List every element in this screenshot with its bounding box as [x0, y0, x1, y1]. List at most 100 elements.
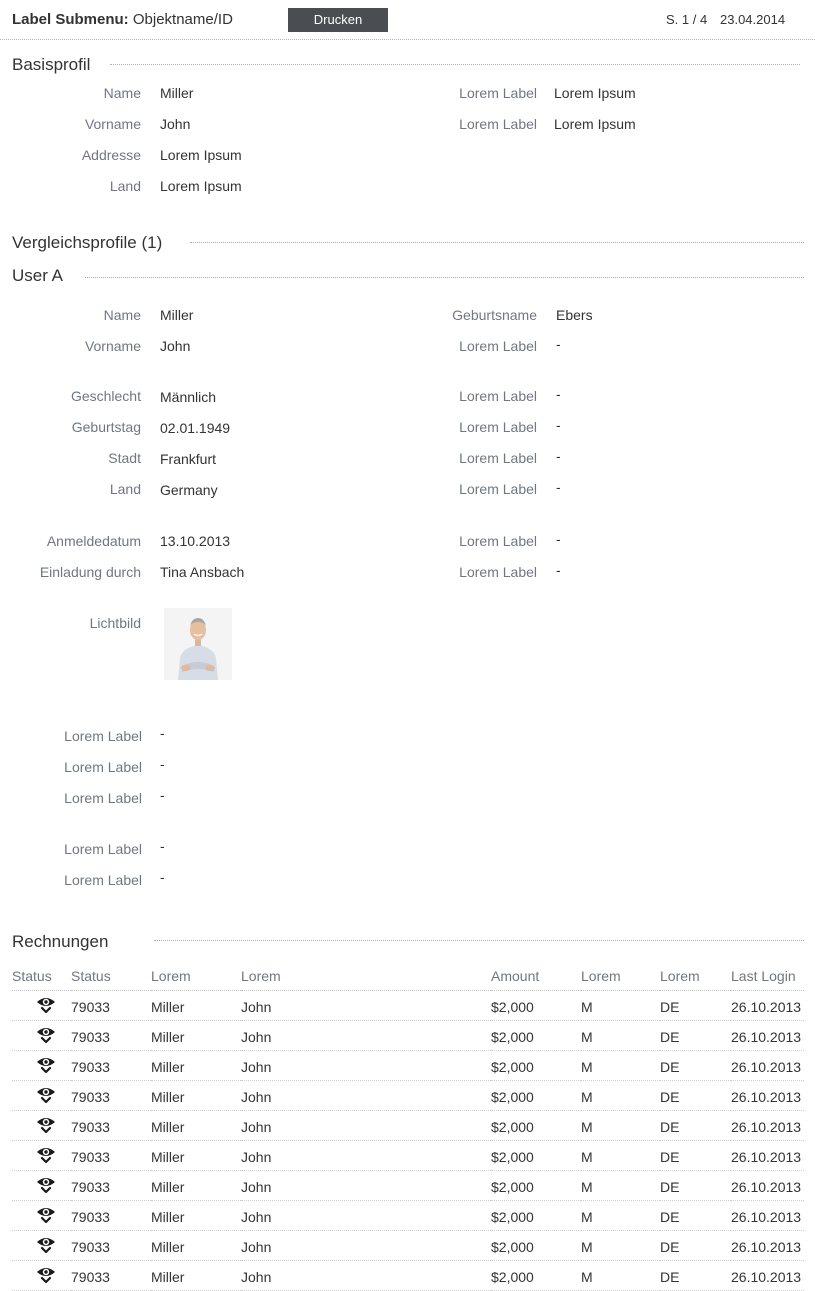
table-row[interactable]: 79033 Miller John $2,000 M DE 26.10.2013	[12, 1080, 804, 1111]
table-row[interactable]: 79033 Miller John $2,000 M DE 26.10.2013	[12, 1110, 804, 1141]
cell-last-login: 26.10.2013	[731, 1020, 804, 1051]
field-value: 13.10.2013	[160, 533, 231, 549]
cell-id: 79033	[71, 1050, 151, 1081]
field-label: Lorem Label	[459, 338, 537, 354]
field-label: Lorem Label	[64, 759, 142, 775]
column-header-lorem-1[interactable]: Lorem	[151, 963, 241, 991]
field-label: Lorem Label	[459, 419, 537, 435]
cell-lastname: Miller	[151, 1080, 241, 1111]
cell-id: 79033	[71, 1230, 151, 1261]
cell-id: 79033	[71, 1110, 151, 1141]
person-photo-illustration	[164, 608, 232, 680]
cell-lastname: Miller	[151, 990, 241, 1021]
column-header-amount[interactable]: Amount	[491, 963, 581, 991]
cell-id: 79033	[71, 1260, 151, 1291]
cell-country: DE	[660, 1230, 731, 1261]
field-label: Name	[103, 307, 141, 323]
field-label: Lorem Label	[459, 388, 537, 404]
section-divider	[154, 940, 804, 941]
eye-icon[interactable]	[36, 1085, 56, 1105]
cell-id: 79033	[71, 1200, 151, 1231]
cell-country: DE	[660, 1260, 731, 1291]
cell-lastname: Miller	[151, 1050, 241, 1081]
table-row[interactable]: 79033 Miller John $2,000 M DE 26.10.2013	[12, 1200, 804, 1231]
invoices-table-body: 79033 Miller John $2,000 M DE 26.10.2013 79033 M…	[12, 990, 804, 1291]
field-label: Geschlecht	[70, 388, 141, 404]
field-label: Name	[103, 85, 141, 101]
cell-gender: M	[581, 990, 660, 1021]
field-label: Geburtsname	[452, 307, 537, 323]
table-row[interactable]: 79033 Miller John $2,000 M DE 26.10.2013	[12, 1050, 804, 1081]
table-row[interactable]: 79033 Miller John $2,000 M DE 26.10.2013	[12, 1140, 804, 1171]
cell-id: 79033	[71, 1080, 151, 1111]
cell-gender: M	[581, 1200, 660, 1231]
column-header-last-login[interactable]: Last Login	[731, 963, 804, 991]
field-label: Vorname	[84, 338, 141, 354]
cell-last-login: 26.10.2013	[731, 1140, 804, 1171]
field-value: -	[556, 417, 561, 433]
cell-amount: $2,000	[491, 1170, 581, 1201]
eye-icon[interactable]	[36, 1235, 56, 1255]
cell-amount: $2,000	[491, 1260, 581, 1291]
table-row[interactable]: 79033 Miller John $2,000 M DE 26.10.2013	[12, 990, 804, 1021]
cell-last-login: 26.10.2013	[731, 1260, 804, 1291]
status-cell	[12, 1080, 71, 1111]
cell-country: DE	[660, 1200, 731, 1231]
cell-country: DE	[660, 1080, 731, 1111]
breadcrumb-label: Label Submenu:	[12, 11, 129, 28]
table-header-row: Status Status Lorem Lorem Amount Lorem L…	[12, 963, 804, 991]
cell-gender: M	[581, 1170, 660, 1201]
column-header-lorem-3[interactable]: Lorem	[581, 963, 660, 991]
eye-icon[interactable]	[36, 1205, 56, 1225]
profile-photo[interactable]	[164, 608, 232, 680]
cell-firstname: John	[241, 1080, 491, 1111]
table-row[interactable]: 79033 Miller John $2,000 M DE 26.10.2013	[12, 1020, 804, 1051]
cell-country: DE	[660, 1170, 731, 1201]
eye-icon[interactable]	[36, 1055, 56, 1075]
field-label: Addresse	[81, 147, 141, 163]
eye-icon[interactable]	[36, 1115, 56, 1135]
header-bar: Label Submenu: Objektname/ID Drucken S. …	[0, 0, 815, 40]
cell-firstname: John	[241, 1050, 491, 1081]
cell-lastname: Miller	[151, 1170, 241, 1201]
cell-amount: $2,000	[491, 1080, 581, 1111]
table-row[interactable]: 79033 Miller John $2,000 M DE 26.10.2013	[12, 1170, 804, 1201]
cell-firstname: John	[241, 1170, 491, 1201]
print-button[interactable]: Drucken	[288, 8, 388, 32]
status-cell	[12, 1020, 71, 1051]
status-cell	[12, 1200, 71, 1231]
cell-id: 79033	[71, 1020, 151, 1051]
cell-last-login: 26.10.2013	[731, 1200, 804, 1231]
field-value: -	[160, 787, 165, 803]
field-value: Lorem Ipsum	[160, 178, 242, 194]
field-label: Vorname	[84, 116, 141, 132]
cell-id: 79033	[71, 1140, 151, 1171]
cell-firstname: John	[241, 1200, 491, 1231]
table-row[interactable]: 79033 Miller John $2,000 M DE 26.10.2013	[12, 1260, 804, 1291]
section-title-rechnungen: Rechnungen	[12, 932, 109, 951]
column-header-status-icon[interactable]: Status	[12, 963, 71, 991]
field-label: Lorem Label	[459, 450, 537, 466]
eye-icon[interactable]	[36, 1025, 56, 1045]
field-value: -	[556, 336, 561, 352]
print-date: 23.04.2014	[720, 12, 786, 27]
photo-label: Lichtbild	[89, 615, 141, 631]
field-label: Lorem Label	[459, 533, 537, 549]
cell-firstname: John	[241, 1140, 491, 1171]
column-header-lorem-4[interactable]: Lorem	[660, 963, 731, 991]
field-label: Geburtstag	[71, 419, 141, 435]
cell-gender: M	[581, 1080, 660, 1111]
field-value: Miller	[160, 307, 194, 323]
table-row[interactable]: 79033 Miller John $2,000 M DE 26.10.2013	[12, 1230, 804, 1261]
eye-icon[interactable]	[36, 1175, 56, 1195]
eye-icon[interactable]	[36, 1145, 56, 1165]
column-header-status[interactable]: Status	[71, 963, 151, 991]
column-header-lorem-2[interactable]: Lorem	[241, 963, 491, 991]
field-value: 02.01.1949	[160, 420, 231, 436]
eye-icon[interactable]	[36, 995, 56, 1015]
eye-icon[interactable]	[36, 1265, 56, 1285]
breadcrumb-object[interactable]: Objektname/ID	[133, 11, 233, 28]
cell-last-login: 26.10.2013	[731, 1050, 804, 1081]
cell-lastname: Miller	[151, 1020, 241, 1051]
field-value: Germany	[160, 482, 218, 498]
